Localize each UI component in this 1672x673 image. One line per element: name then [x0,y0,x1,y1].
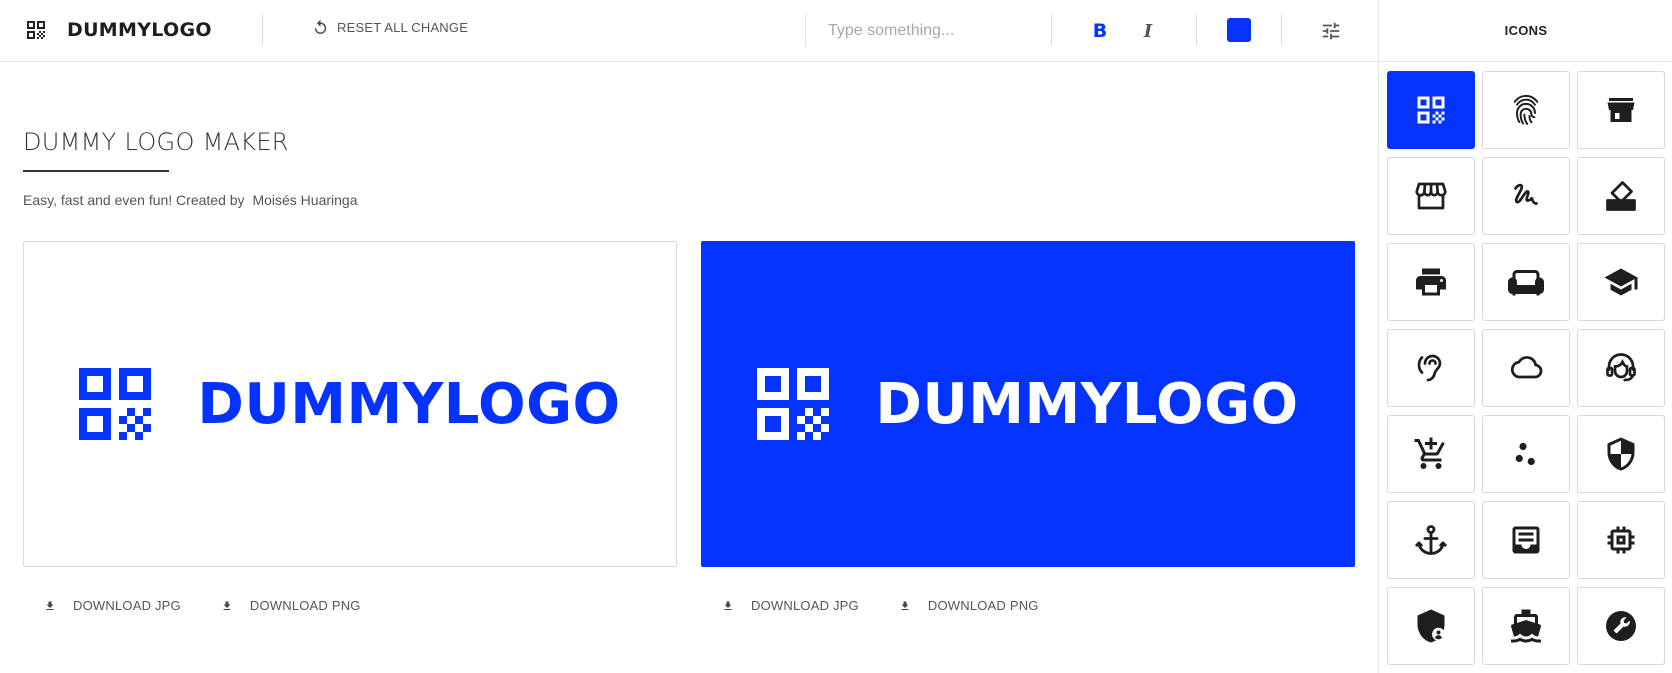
icon-tile-cpu-chip[interactable] [1577,501,1665,579]
printer-icon [1416,268,1446,296]
color-picker[interactable] [1227,18,1251,42]
reset-all-button[interactable]: RESET ALL CHANGE [312,19,468,36]
title-underline [23,170,169,172]
divider [1281,14,1282,46]
logo-text-light: DUMMYLOGO [197,371,621,437]
icon-tile-wrench[interactable] [1577,587,1665,665]
qr-code-icon [1417,96,1445,124]
page-title: DUMMY LOGO MAKER [23,128,289,156]
icon-tile-store-awning[interactable] [1387,157,1475,235]
scatter-dots-icon [1515,442,1535,466]
icon-tile-scatter-dots[interactable] [1482,415,1570,493]
downloads-light: DOWNLOAD JPG DOWNLOAD PNG [44,598,401,613]
logo-preview-dark: DUMMYLOGO [701,241,1355,567]
icon-tile-sofa[interactable] [1482,243,1570,321]
icon-tile-fingerprint[interactable] [1482,71,1570,149]
top-toolbar: DUMMYLOGO RESET ALL CHANGE B I [0,0,1378,62]
download-png-light-button[interactable]: DOWNLOAD PNG [221,598,361,613]
subtitle: Easy, fast and even fun! Created by Mois… [23,192,358,208]
icon-tile-support-agent[interactable] [1577,329,1665,407]
icon-tile-shield[interactable] [1577,415,1665,493]
settings-button[interactable] [1316,16,1346,46]
download-jpg-label: DOWNLOAD JPG [751,598,859,613]
author-name: Moisés Huaringa [252,192,358,208]
icon-tile-cloud[interactable] [1482,329,1570,407]
icon-tile-inbox-tray[interactable] [1482,501,1570,579]
qr-code-icon [27,21,45,39]
cpu-chip-icon [1607,526,1635,554]
reset-icon [314,19,327,34]
eraser-icon [1606,181,1636,211]
main-content: DUMMY LOGO MAKER Easy, fast and even fun… [0,62,1378,673]
divider [805,14,806,46]
logo-dark: DUMMYLOGO [757,368,1298,440]
gesture-icon [1514,183,1538,205]
fingerprint-icon [1513,94,1539,125]
icon-tile-anchor[interactable] [1387,501,1475,579]
download-icon [901,601,909,610]
icons-sidebar: ICONS [1378,0,1672,673]
icon-tile-hearing[interactable] [1387,329,1475,407]
inbox-tray-icon [1512,526,1540,554]
downloads-dark: DOWNLOAD JPG DOWNLOAD PNG [722,598,1079,613]
icon-tile-admin-shield[interactable] [1387,587,1475,665]
logo-text-input[interactable] [828,17,1038,45]
logo-text-dark: DUMMYLOGO [875,371,1299,437]
download-icon [46,601,54,610]
bold-button[interactable]: B [1085,16,1115,46]
sofa-icon [1508,270,1544,296]
app: DUMMYLOGO RESET ALL CHANGE B I DUMMY LOG… [0,0,1672,673]
shield-icon [1607,437,1635,471]
italic-button[interactable]: I [1133,16,1163,46]
sidebar-title: ICONS [1379,0,1672,62]
ship-icon [1510,609,1541,643]
divider [1051,14,1052,46]
storefront-icon [1607,98,1635,122]
support-agent-icon [1606,353,1636,382]
icon-tile-eraser[interactable] [1577,157,1665,235]
cloud-icon [1510,356,1543,379]
download-png-label: DOWNLOAD PNG [249,598,361,613]
admin-shield-icon [1417,609,1445,643]
graduation-cap-icon [1604,268,1638,296]
download-icon [724,601,732,610]
hearing-icon [1417,354,1442,382]
download-png-dark-button[interactable]: DOWNLOAD PNG [899,598,1039,613]
brand-name: DUMMYLOGO [67,19,212,41]
icon-tile-graduation-cap[interactable] [1577,243,1665,321]
store-awning-icon [1415,182,1447,210]
brand[interactable]: DUMMYLOGO [24,16,212,44]
qr-code-icon [757,368,830,440]
tune-icon [1322,22,1340,40]
icon-tile-storefront[interactable] [1577,71,1665,149]
wrench-icon [1606,611,1636,641]
divider [1196,14,1197,46]
download-jpg-light-button[interactable]: DOWNLOAD JPG [44,598,181,613]
download-png-label: DOWNLOAD PNG [927,598,1039,613]
download-jpg-label: DOWNLOAD JPG [73,598,181,613]
download-icon [223,601,231,610]
download-jpg-dark-button[interactable]: DOWNLOAD JPG [722,598,859,613]
anchor-icon [1415,525,1447,555]
add-cart-icon [1414,437,1445,469]
icon-tile-add-cart[interactable] [1387,415,1475,493]
logo-light: DUMMYLOGO [79,368,620,440]
icon-tile-ship[interactable] [1482,587,1570,665]
icon-tile-gesture[interactable] [1482,157,1570,235]
icon-tile-qr-code[interactable] [1387,71,1475,149]
icon-grid [1387,71,1671,665]
subtitle-text: Easy, fast and even fun! Created by [23,192,245,208]
logo-preview-light: DUMMYLOGO [23,241,677,567]
reset-all-label: RESET ALL CHANGE [337,20,469,35]
qr-code-icon [79,368,152,440]
divider [262,14,263,46]
icon-tile-printer[interactable] [1387,243,1475,321]
